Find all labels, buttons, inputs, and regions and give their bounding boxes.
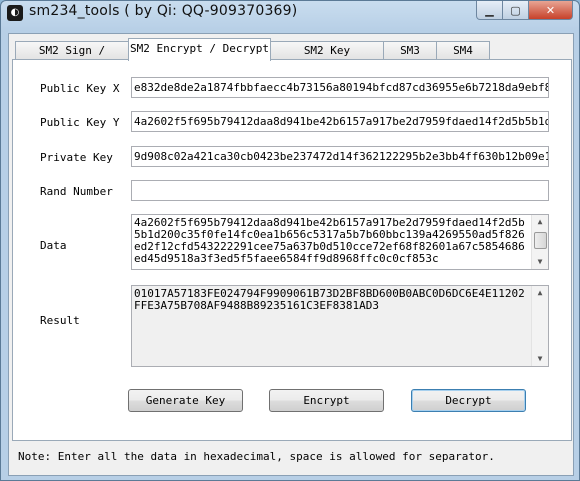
data-textarea[interactable]: 4a2602f5f695b79412daa8d941be42b6157a917b…: [131, 214, 549, 270]
client-area: SM2 Sign / Verify SM2 Encrypt / Decrypt …: [8, 33, 574, 476]
result-scrollbar[interactable]: ▲ ▼: [531, 286, 548, 366]
maximize-button[interactable]: ▢: [503, 1, 529, 20]
caption-buttons: ▁ ▢ ✕: [476, 1, 573, 21]
public-key-y-label: Public Key Y: [40, 116, 120, 129]
data-scrollbar[interactable]: ▲ ▼: [531, 215, 548, 269]
encrypt-button[interactable]: Encrypt: [269, 389, 384, 412]
minimize-button[interactable]: ▁: [476, 1, 503, 20]
rand-number-label: Rand Number: [40, 185, 113, 198]
private-key-field[interactable]: 9d908c02a421ca30cb0423be237472d14f362122…: [131, 146, 549, 167]
scroll-up-icon[interactable]: ▲: [532, 215, 548, 229]
close-icon: ✕: [545, 3, 556, 17]
close-button[interactable]: ✕: [529, 1, 573, 20]
tab-sm4[interactable]: SM4: [436, 41, 490, 60]
scroll-up-icon[interactable]: ▲: [532, 286, 548, 300]
result-text: 01017A57183FE024794F9909061B73D2BF8BD600…: [134, 287, 525, 312]
scroll-thumb[interactable]: [534, 232, 547, 249]
app-icon: ◐: [7, 5, 23, 21]
hex-note: Note: Enter all the data in hexadecimal,…: [18, 450, 495, 463]
result-label: Result: [40, 314, 80, 327]
tab-sm2-encrypt-decrypt[interactable]: SM2 Encrypt / Decrypt: [128, 38, 271, 61]
generate-key-button[interactable]: Generate Key: [128, 389, 243, 412]
private-key-label: Private Key: [40, 151, 113, 164]
data-label: Data: [40, 239, 67, 252]
minimize-icon: ▁: [485, 3, 494, 17]
window-title: sm234_tools ( by Qi: QQ-909370369): [29, 3, 298, 19]
scroll-down-icon[interactable]: ▼: [532, 352, 548, 366]
app-window: ◐ sm234_tools ( by Qi: QQ-909370369) ▁ ▢…: [0, 0, 580, 481]
rand-number-field[interactable]: [131, 180, 549, 201]
tab-sm3[interactable]: SM3: [383, 41, 437, 60]
result-textarea[interactable]: 01017A57183FE024794F9909061B73D2BF8BD600…: [131, 285, 549, 367]
maximize-icon: ▢: [510, 3, 521, 17]
encrypt-decrypt-panel: Public Key X e832de8de2a1874fbbfaecc4b73…: [12, 59, 572, 441]
tab-sm2-sign-verify[interactable]: SM2 Sign / Verify: [15, 41, 129, 75]
title-bar[interactable]: ◐ sm234_tools ( by Qi: QQ-909370369) ▁ ▢…: [1, 1, 579, 27]
data-text: 4a2602f5f695b79412daa8d941be42b6157a917b…: [134, 216, 525, 265]
public-key-x-field[interactable]: e832de8de2a1874fbbfaecc4b73156a80194bfcd…: [131, 77, 549, 98]
public-key-x-label: Public Key X: [40, 82, 120, 95]
public-key-y-field[interactable]: 4a2602f5f695b79412daa8d941be42b6157a917b…: [131, 111, 549, 132]
decrypt-button[interactable]: Decrypt: [411, 389, 526, 412]
tab-sm2-key-agreement[interactable]: SM2 Key Agreement: [270, 41, 384, 75]
scroll-down-icon[interactable]: ▼: [532, 255, 548, 269]
